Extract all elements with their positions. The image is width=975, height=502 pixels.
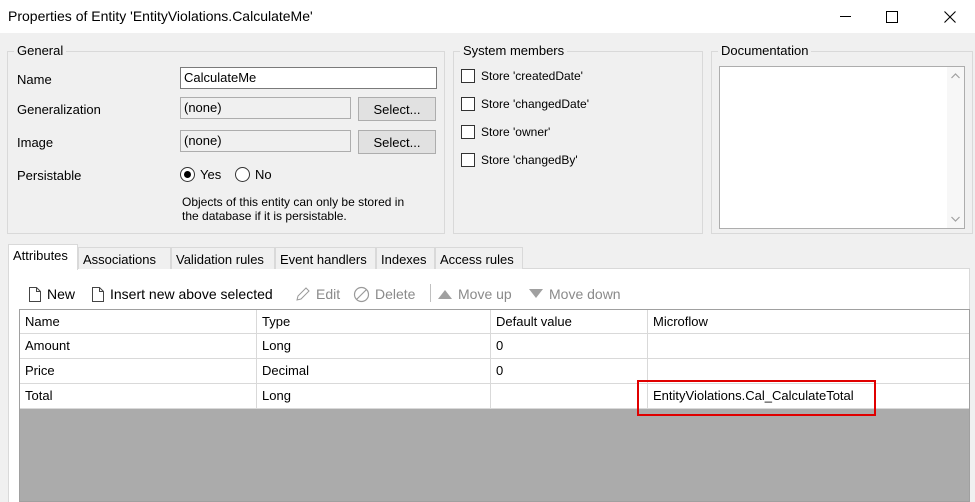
move-down-button[interactable]: Move down bbox=[528, 284, 621, 304]
cell-name: Price bbox=[20, 359, 257, 383]
close-icon bbox=[944, 10, 956, 23]
minimize-icon bbox=[840, 15, 851, 17]
cell-microflow bbox=[648, 334, 969, 358]
image-field: (none) bbox=[180, 130, 351, 152]
maximize-button[interactable] bbox=[869, 0, 915, 33]
minimize-button[interactable] bbox=[823, 0, 869, 33]
name-input[interactable]: CalculateMe bbox=[180, 67, 437, 89]
new-label: New bbox=[47, 286, 76, 302]
documentation-textarea[interactable] bbox=[719, 66, 965, 229]
store-createddate-checkbox[interactable] bbox=[461, 69, 475, 83]
store-changedby-label[interactable]: Store 'changedBy' bbox=[481, 153, 578, 167]
generalization-label: Generalization bbox=[17, 102, 101, 117]
scroll-down-icon bbox=[951, 216, 960, 222]
title-bar: Properties of Entity 'EntityViolations.C… bbox=[0, 0, 975, 33]
persistable-yes-radio[interactable] bbox=[180, 167, 195, 182]
documentation-scrollbar[interactable] bbox=[947, 67, 964, 228]
persistable-no-label[interactable]: No bbox=[255, 167, 272, 182]
maximize-icon bbox=[886, 10, 898, 23]
tab-access-rules[interactable]: Access rules bbox=[435, 247, 523, 269]
persistable-note-line2: the database if it is persistable. bbox=[182, 209, 347, 223]
tab-attributes[interactable]: Attributes bbox=[8, 244, 78, 270]
store-owner-label[interactable]: Store 'owner' bbox=[481, 125, 550, 139]
tab-indexes[interactable]: Indexes bbox=[376, 247, 435, 269]
arrow-up-icon bbox=[438, 290, 452, 299]
persistable-yes-label[interactable]: Yes bbox=[200, 167, 221, 182]
delete-label: Delete bbox=[375, 286, 416, 302]
delete-icon bbox=[353, 286, 370, 302]
image-select-button[interactable]: Select... bbox=[358, 130, 436, 154]
image-label: Image bbox=[17, 135, 54, 150]
column-header-microflow[interactable]: Microflow bbox=[648, 310, 969, 333]
pencil-icon bbox=[296, 287, 310, 301]
toolbar-separator bbox=[430, 284, 431, 302]
tab-associations[interactable]: Associations bbox=[78, 247, 171, 269]
edit-label: Edit bbox=[316, 286, 341, 302]
microflow-highlight-box bbox=[637, 380, 876, 416]
insert-new-above-button[interactable]: Insert new above selected bbox=[91, 284, 273, 304]
cell-type: Long bbox=[257, 384, 491, 408]
persistable-no-radio[interactable] bbox=[235, 167, 250, 182]
cell-default-value bbox=[491, 384, 648, 408]
general-legend: General bbox=[14, 43, 67, 58]
store-owner-checkbox[interactable] bbox=[461, 125, 475, 139]
store-changedby-checkbox[interactable] bbox=[461, 153, 475, 167]
edit-button[interactable]: Edit bbox=[295, 284, 340, 304]
new-button[interactable]: New bbox=[28, 284, 75, 304]
tab-event-handlers[interactable]: Event handlers bbox=[275, 247, 376, 269]
cell-type: Long bbox=[257, 334, 491, 358]
name-label: Name bbox=[17, 72, 52, 87]
store-createddate-label[interactable]: Store 'createdDate' bbox=[481, 69, 583, 83]
cell-default-value: 0 bbox=[491, 359, 648, 383]
cell-name: Total bbox=[20, 384, 257, 408]
cell-type: Decimal bbox=[257, 359, 491, 383]
generalization-field: (none) bbox=[180, 97, 351, 119]
tab-validation-rules[interactable]: Validation rules bbox=[171, 247, 275, 269]
generalization-select-button[interactable]: Select... bbox=[358, 97, 436, 121]
column-header-type[interactable]: Type bbox=[257, 310, 491, 333]
column-header-default-value[interactable]: Default value bbox=[491, 310, 648, 333]
cell-name: Amount bbox=[20, 334, 257, 358]
delete-button[interactable]: Delete bbox=[353, 284, 415, 304]
arrow-down-icon bbox=[529, 289, 543, 298]
store-changeddate-checkbox[interactable] bbox=[461, 97, 475, 111]
move-up-button[interactable]: Move up bbox=[437, 284, 512, 304]
system-members-legend: System members bbox=[460, 43, 568, 58]
cell-default-value: 0 bbox=[491, 334, 648, 358]
store-changeddate-label[interactable]: Store 'changedDate' bbox=[481, 97, 589, 111]
scroll-up-icon bbox=[951, 73, 960, 79]
persistable-note-line1: Objects of this entity can only be store… bbox=[182, 195, 405, 209]
close-button[interactable] bbox=[927, 0, 973, 33]
column-header-name[interactable]: Name bbox=[20, 310, 257, 333]
window-title: Properties of Entity 'EntityViolations.C… bbox=[8, 8, 313, 24]
documentation-legend: Documentation bbox=[718, 43, 812, 58]
new-document-icon bbox=[29, 286, 41, 302]
move-up-label: Move up bbox=[458, 286, 512, 302]
table-row[interactable]: Amount Long 0 bbox=[20, 334, 969, 359]
insert-new-above-label: Insert new above selected bbox=[110, 286, 273, 302]
grid-header: Name Type Default value Microflow bbox=[20, 310, 969, 334]
insert-document-icon bbox=[92, 286, 104, 302]
move-down-label: Move down bbox=[549, 286, 621, 302]
persistable-label: Persistable bbox=[17, 168, 82, 183]
